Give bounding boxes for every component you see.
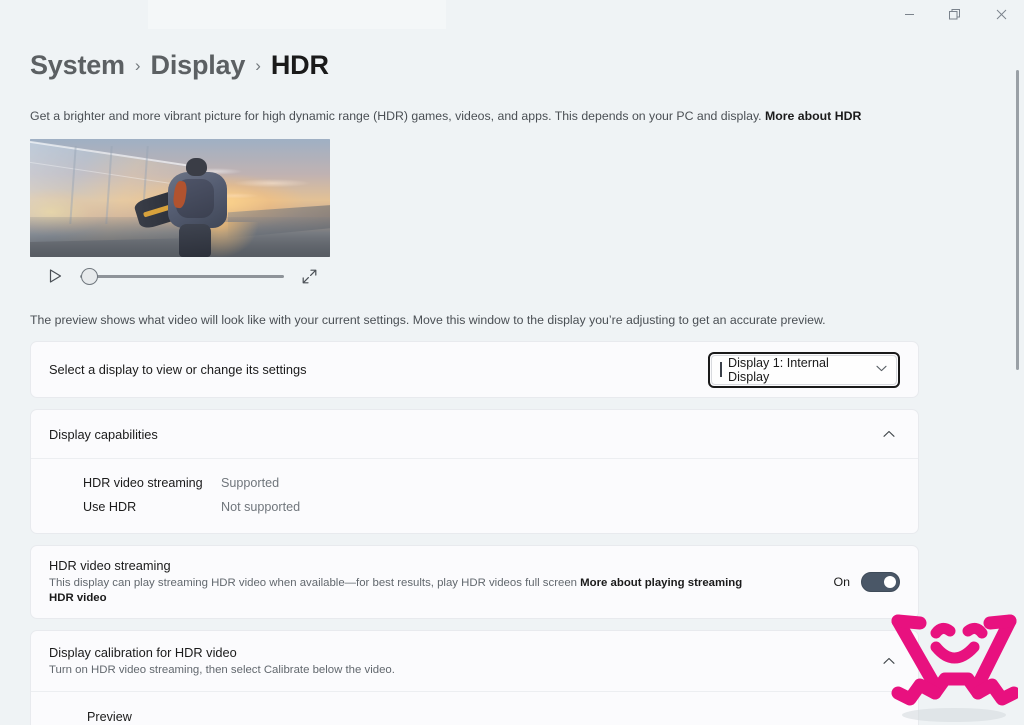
fullscreen-button[interactable] xyxy=(298,265,320,287)
display-selector-card: Select a display to view or change its s… xyxy=(30,341,919,398)
calibration-preview-label: Preview xyxy=(87,710,132,724)
chevron-up-icon xyxy=(878,654,900,668)
restore-button[interactable] xyxy=(932,0,978,29)
display-capabilities-body: HDR video streaming Supported Use HDR No… xyxy=(31,459,918,533)
hdr-video-streaming-toggle[interactable] xyxy=(861,571,900,592)
chevron-down-icon xyxy=(876,364,887,375)
hdr-video-streaming-card: HDR video streaming This display can pla… xyxy=(30,545,919,619)
close-icon xyxy=(996,9,1006,20)
toggle-knob xyxy=(884,575,896,588)
capability-value: Not supported xyxy=(221,500,301,514)
play-button[interactable] xyxy=(44,265,66,287)
close-button[interactable] xyxy=(978,0,1024,29)
display-selector-dropdown[interactable]: Display 1: Internal Display xyxy=(711,354,897,385)
display-calibration-header[interactable]: Display calibration for HDR video Turn o… xyxy=(31,631,918,692)
breadcrumb-separator: › xyxy=(134,56,141,75)
restore-icon xyxy=(949,8,960,19)
display-selector-value: Display 1: Internal Display xyxy=(728,355,829,384)
vertical-scrollbar[interactable] xyxy=(1016,70,1019,370)
capability-row: Use HDR Not supported xyxy=(83,495,918,519)
display-calibration-body: Preview xyxy=(31,692,918,725)
breadcrumb-item-system[interactable]: System xyxy=(30,50,125,81)
video-person-legs xyxy=(179,223,211,257)
seek-track xyxy=(80,274,284,278)
page-description-text: Get a brighter and more vibrant picture … xyxy=(30,109,762,123)
display-selector-row: Select a display to view or change its s… xyxy=(31,342,918,397)
minimize-icon xyxy=(904,14,914,15)
video-player-controls xyxy=(30,257,330,295)
display-calibration-title: Display calibration for HDR video xyxy=(49,645,237,660)
display-selector-label: Select a display to view or change its s… xyxy=(49,362,307,377)
hdr-video-streaming-description: This display can play streaming HDR vide… xyxy=(49,576,749,606)
hdr-video-streaming-toggle-area: On xyxy=(833,571,900,592)
video-seek-slider[interactable] xyxy=(80,267,284,285)
window-titlebar xyxy=(0,0,1024,30)
video-preview-block xyxy=(30,139,330,295)
settings-page: System › Display › HDR Get a brighter an… xyxy=(0,30,1024,725)
video-person-head xyxy=(186,157,207,177)
video-person xyxy=(133,157,234,257)
capability-row: HDR video streaming Supported xyxy=(83,471,918,495)
more-about-hdr-link[interactable]: More about HDR xyxy=(765,109,861,123)
hdr-video-streaming-title: HDR video streaming xyxy=(49,558,171,573)
display-calibration-card: Display calibration for HDR video Turn o… xyxy=(30,630,919,725)
capability-value: Supported xyxy=(221,476,280,490)
display-capabilities-title: Display capabilities xyxy=(49,426,158,442)
video-preview-note: The preview shows what video will look l… xyxy=(30,313,826,327)
hdr-video-streaming-description-text: This display can play streaming HDR vide… xyxy=(49,577,577,589)
breadcrumb-separator: › xyxy=(255,56,261,75)
chevron-up-icon xyxy=(878,427,900,441)
display-capabilities-card: Display capabilities HDR video streaming… xyxy=(30,409,919,534)
text-cursor-indicator xyxy=(720,362,722,377)
page-description: Get a brighter and more vibrant picture … xyxy=(30,108,1024,124)
breadcrumb: System › Display › HDR xyxy=(30,50,1024,92)
toggle-state-label: On xyxy=(833,574,850,589)
play-icon xyxy=(49,269,61,283)
seek-thumb[interactable] xyxy=(81,267,98,285)
hdr-video-streaming-row: HDR video streaming This display can pla… xyxy=(31,546,918,618)
display-capabilities-header[interactable]: Display capabilities xyxy=(31,410,918,459)
video-preview-thumbnail[interactable] xyxy=(30,139,330,257)
breadcrumb-item-hdr: HDR xyxy=(270,50,329,80)
display-calibration-description: Turn on HDR video streaming, then select… xyxy=(49,664,395,676)
minimize-button[interactable] xyxy=(886,0,932,29)
display-selector-focus-ring: Display 1: Internal Display xyxy=(708,351,900,388)
capability-key: HDR video streaming xyxy=(83,476,203,490)
fullscreen-icon xyxy=(302,269,316,283)
capability-key: Use HDR xyxy=(83,500,137,514)
breadcrumb-item-display[interactable]: Display xyxy=(151,50,246,81)
